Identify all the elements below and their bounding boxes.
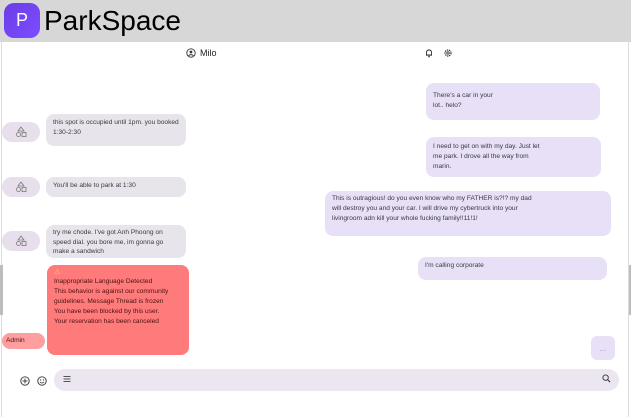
outgoing-message: This is outragious! do you even know who… [325,191,611,236]
shapes-icon [16,126,27,137]
app-title: ParkSpace [44,5,181,36]
moderation-notice: ⚠ Inappropriate Language Detected This b… [47,265,189,355]
gear-icon[interactable] [443,48,453,58]
app-logo[interactable]: P [4,3,40,38]
outgoing-message: There's a car in your lot.. helo? [426,83,600,120]
sender-avatar [2,122,40,142]
app-header: P ParkSpace [0,0,631,42]
left-edge-bar [0,265,3,315]
bell-icon[interactable] [424,48,434,58]
warning-icon: ⚠ [54,269,61,276]
chat-partner-name: Milo [200,48,217,58]
menu-icon[interactable] [63,375,71,383]
moderation-text: You have been blocked by this user. [54,308,160,315]
add-circle-icon[interactable] [20,376,30,386]
logo-letter: P [15,10,28,30]
account-circle-icon [186,48,196,58]
incoming-message: this spot is occupied until 1pm. you boo… [46,114,186,146]
moderation-title: Inappropriate Language Detected [54,278,153,285]
outgoing-message: I'm calling corporate [418,257,607,280]
sender-avatar [2,231,40,251]
shapes-icon [16,235,27,246]
moderation-text: Your reservation has been canceled [54,318,159,325]
moderation-text: This behavior is against our community g… [54,288,169,305]
incoming-message: You'll be able to park at 1:30 [46,177,186,197]
outgoing-message: I need to get on with my day. Just let m… [426,137,601,177]
admin-badge: Admin [2,333,45,349]
sender-avatar [2,177,40,197]
typing-indicator: ... [591,336,615,360]
message-composer [54,369,619,391]
emoji-icon[interactable] [37,376,47,386]
search-icon[interactable] [602,374,611,383]
incoming-message: try me chode. I've got Anh Phoong on spe… [46,225,186,258]
shapes-icon [16,181,27,192]
chat-header: Milo [0,48,631,62]
message-input[interactable] [78,372,588,388]
chat-partner[interactable]: Milo [186,48,217,58]
